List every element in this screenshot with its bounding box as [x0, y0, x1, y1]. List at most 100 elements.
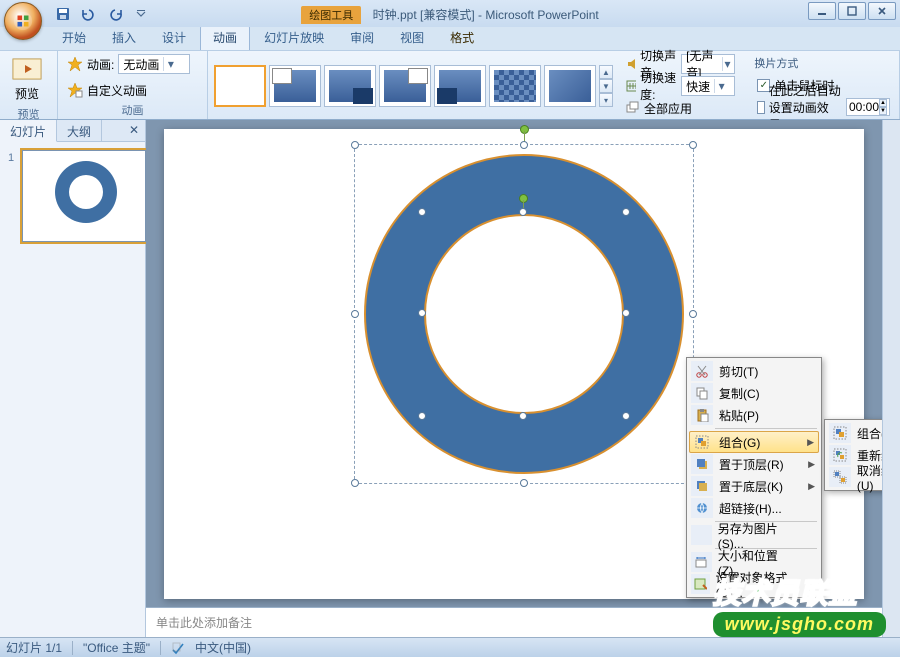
resize-handle[interactable] [519, 412, 527, 420]
animation-row: 动画: 无动画▾ [64, 53, 193, 75]
vertical-scrollbar[interactable] [882, 120, 900, 637]
tab-view[interactable]: 视图 [388, 26, 436, 50]
animation-label: 动画: [87, 56, 114, 73]
ctx-cut[interactable]: 剪切(T) [689, 360, 819, 382]
animation-combo[interactable]: 无动画▾ [118, 54, 190, 74]
apply-all-icon [626, 101, 640, 115]
copy-icon [691, 383, 713, 403]
resize-handle[interactable] [418, 309, 426, 317]
tab-slides-thumbnails[interactable]: 幻灯片 [0, 120, 57, 142]
auto-after-time[interactable]: 00:00▲▼ [846, 98, 890, 116]
size-icon [691, 552, 712, 572]
resize-handle[interactable] [351, 479, 359, 487]
ctx-group[interactable]: 组合(G)▶ [689, 431, 819, 453]
resize-handle[interactable] [418, 208, 426, 216]
transition-item[interactable] [489, 65, 541, 107]
resize-handle[interactable] [622, 208, 630, 216]
ctx-copy[interactable]: 复制(C) [689, 382, 819, 404]
undo-button[interactable] [76, 3, 98, 25]
office-button[interactable] [4, 2, 42, 40]
qat-customize-button[interactable] [130, 3, 152, 25]
sub-group[interactable]: 组合(G) [827, 422, 882, 444]
speed-value: 快速 [686, 78, 710, 95]
tab-outline[interactable]: 大纲 [57, 120, 102, 141]
resize-handle[interactable] [351, 310, 359, 318]
transition-item[interactable] [269, 65, 321, 107]
slide-editor: 剪切(T) 复制(C) 粘贴(P) 组合(G)▶ 置于顶层(R)▶ 置于底层(K… [146, 120, 882, 637]
transition-item[interactable] [544, 65, 596, 107]
gallery-scroll[interactable]: ▲▼▾ [599, 65, 613, 107]
slides-panel: 幻灯片 大纲 ✕ 1 [0, 120, 146, 637]
selection-box-inner [422, 212, 626, 416]
resize-handle[interactable] [622, 309, 630, 317]
slide-canvas-wrap[interactable]: 剪切(T) 复制(C) 粘贴(P) 组合(G)▶ 置于顶层(R)▶ 置于底层(K… [146, 120, 882, 607]
minimize-button[interactable] [808, 2, 836, 20]
redo-button[interactable] [106, 3, 128, 25]
status-slide-count: 幻灯片 1/1 [6, 639, 62, 656]
submenu-arrow-icon: ▶ [808, 459, 815, 470]
regroup-icon [829, 445, 851, 465]
slide-thumbnail-1[interactable] [22, 150, 146, 242]
status-theme: "Office 主题" [83, 639, 150, 656]
chevron-down-icon: ▾ [714, 79, 728, 93]
transition-gallery[interactable]: ▲▼▾ [214, 65, 613, 107]
ungroup-icon [829, 467, 851, 487]
tab-design[interactable]: 设计 [150, 26, 198, 50]
sound-icon [626, 57, 636, 71]
submenu-arrow-icon: ▶ [807, 437, 814, 448]
resize-handle[interactable] [689, 141, 697, 149]
quick-access-toolbar [52, 3, 152, 25]
thumbnails-area[interactable]: 1 [0, 142, 145, 637]
tab-insert[interactable]: 插入 [100, 26, 148, 50]
resize-handle[interactable] [520, 479, 528, 487]
format-icon [691, 574, 710, 594]
workspace: 幻灯片 大纲 ✕ 1 [0, 120, 900, 637]
ctx-send-back[interactable]: 置于底层(K)▶ [689, 475, 819, 497]
custom-animation-button[interactable]: 自定义动画 [64, 79, 193, 101]
time-spinner[interactable]: ▲▼ [879, 99, 887, 115]
ctx-paste[interactable]: 粘贴(P) [689, 404, 819, 426]
resize-handle[interactable] [519, 208, 527, 216]
spellcheck-icon[interactable] [171, 641, 185, 655]
sub-ungroup[interactable]: 取消组合(U) [827, 466, 882, 488]
preview-label: 预览 [15, 85, 39, 102]
status-bar: 幻灯片 1/1 "Office 主题" 中文(中国) [0, 637, 900, 657]
sound-combo[interactable]: [无声音]▾ [681, 54, 735, 74]
transition-item[interactable] [379, 65, 431, 107]
resize-handle[interactable] [622, 412, 630, 420]
resize-handle[interactable] [520, 141, 528, 149]
maximize-button[interactable] [838, 2, 866, 20]
auto-after-checkbox[interactable] [757, 101, 764, 114]
separator [715, 428, 817, 429]
ctx-save-picture[interactable]: 另存为图片(S)... [689, 524, 819, 546]
panel-close-button[interactable]: ✕ [123, 120, 145, 141]
tab-format[interactable]: 格式 [438, 26, 486, 50]
close-button[interactable] [868, 2, 896, 20]
panel-tabs: 幻灯片 大纲 ✕ [0, 120, 145, 142]
auto-after-row[interactable]: 在此之后自动设置动画效果: 00:00▲▼ [754, 96, 893, 118]
tab-review[interactable]: 审阅 [338, 26, 386, 50]
ctx-format-object[interactable]: 设置对象格式(O)... [689, 573, 819, 595]
chevron-down-icon: ▾ [722, 57, 733, 71]
save-button[interactable] [52, 3, 74, 25]
notes-pane[interactable]: 单击此处添加备注 [146, 607, 882, 637]
apply-all-label: 全部应用 [644, 100, 692, 117]
preview-button[interactable]: 预览 [6, 53, 48, 105]
ctx-bring-front[interactable]: 置于顶层(R)▶ [689, 453, 819, 475]
resize-handle[interactable] [689, 310, 697, 318]
tab-slideshow[interactable]: 幻灯片放映 [252, 26, 336, 50]
transition-item[interactable] [434, 65, 486, 107]
animation-icon [67, 56, 83, 72]
tab-home[interactable]: 开始 [50, 26, 98, 50]
speed-combo[interactable]: 快速 ▾ [681, 76, 735, 96]
resize-handle[interactable] [418, 412, 426, 420]
ctx-hyperlink[interactable]: 超链接(H)... [689, 497, 819, 519]
group-animations: 动画: 无动画▾ 自定义动画 动画 [58, 51, 208, 119]
status-language[interactable]: 中文(中国) [195, 639, 251, 656]
tab-animations[interactable]: 动画 [200, 25, 250, 50]
resize-handle[interactable] [351, 141, 359, 149]
transition-item[interactable] [324, 65, 376, 107]
transition-none[interactable] [214, 65, 266, 107]
speed-icon [626, 79, 636, 93]
apply-all-button[interactable]: 全部应用 [623, 97, 738, 119]
